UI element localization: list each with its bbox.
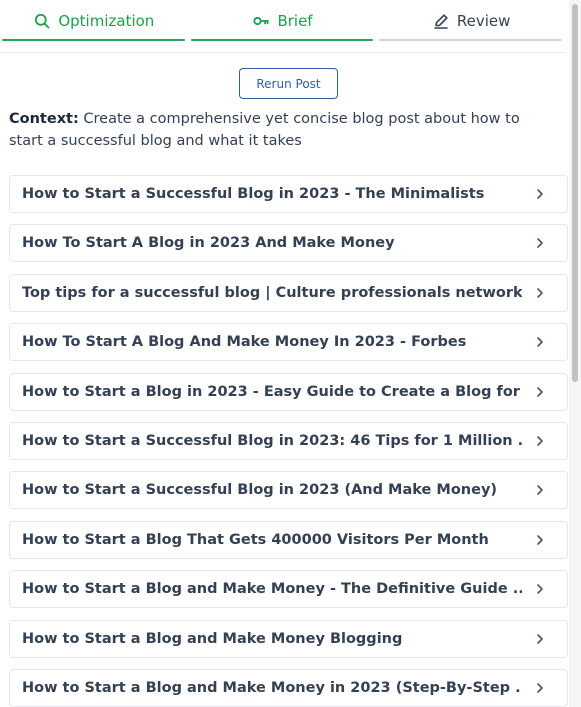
- tab-divider: [0, 52, 566, 53]
- chevron-right-icon[interactable]: [535, 481, 545, 496]
- result-title: How to Start a Successful Blog in 2023 (…: [22, 482, 498, 499]
- context-body: Create a comprehensive yet concise blog …: [9, 111, 520, 149]
- tab-review[interactable]: Review: [377, 0, 566, 42]
- result-item[interactable]: How to Start a Blog That Gets 400000 Vis…: [9, 520, 568, 559]
- result-title: How to Start a Blog That Gets 400000 Vis…: [22, 531, 489, 548]
- chevron-right-icon[interactable]: [535, 234, 545, 249]
- scrollbar[interactable]: [569, 0, 581, 707]
- tab-label: Review: [456, 12, 511, 30]
- result-item[interactable]: How to Start a Successful Blog in 2023 (…: [9, 471, 568, 510]
- key-icon: [253, 13, 270, 29]
- results-list: How to Start a Successful Blog in 2023 -…: [9, 175, 568, 707]
- context-label: Context:: [9, 111, 79, 127]
- result-title: How To Start A Blog And Make Money In 20…: [22, 334, 467, 351]
- result-title: How to Start a Successful Blog in 2023 -…: [22, 186, 485, 202]
- rerun-post-button[interactable]: Rerun Post: [239, 68, 338, 99]
- context-text: Context: Create a comprehensive yet conc…: [9, 108, 549, 152]
- chevron-right-icon[interactable]: [535, 284, 545, 298]
- result-title: How to Start a Blog in 2023 - Easy Guide…: [22, 383, 522, 400]
- pen-icon: [433, 13, 449, 29]
- result-title: How to Start a Blog and Make Money - The…: [22, 581, 522, 598]
- result-item[interactable]: How to Start a Successful Blog in 2023 -…: [9, 175, 568, 213]
- search-icon: [34, 13, 50, 29]
- result-item[interactable]: How to Start a Blog and Make Money - The…: [9, 570, 568, 609]
- tab-label: Brief: [277, 12, 313, 30]
- result-title: How to Start a Successful Blog in 2023: …: [22, 432, 522, 449]
- chevron-right-icon[interactable]: [535, 383, 545, 397]
- tab-label: Optimization: [58, 12, 155, 30]
- tab-brief[interactable]: Brief: [189, 0, 378, 42]
- result-title: How to Start a Blog and Make Money in 20…: [22, 679, 522, 696]
- scrollbar-thumb[interactable]: [572, 4, 578, 382]
- result-title: Top tips for a successful blog | Culture…: [22, 284, 522, 301]
- tab-indicator: [190, 39, 374, 41]
- chevron-right-icon[interactable]: [535, 580, 545, 594]
- chevron-right-icon[interactable]: [535, 185, 545, 199]
- result-title: How To Start A Blog in 2023 And Make Mon…: [22, 235, 395, 252]
- chevron-right-icon[interactable]: [535, 531, 545, 545]
- result-item[interactable]: How To Start A Blog And Make Money In 20…: [9, 323, 568, 362]
- chevron-right-icon[interactable]: [535, 630, 545, 644]
- tab-bar: Optimization Brief Review: [0, 0, 566, 42]
- tab-optimization[interactable]: Optimization: [0, 0, 189, 42]
- result-item[interactable]: How to Start a Blog and Make Money Blogg…: [9, 619, 568, 658]
- result-item[interactable]: How to Start a Blog and Make Money in 20…: [9, 668, 568, 707]
- tab-indicator: [379, 39, 563, 41]
- tab-indicator: [2, 39, 185, 41]
- chevron-right-icon[interactable]: [535, 679, 545, 693]
- result-title: How to Start a Blog and Make Money Blogg…: [22, 630, 403, 647]
- result-item[interactable]: How to Start a Successful Blog in 2023: …: [9, 421, 568, 460]
- result-item[interactable]: Top tips for a successful blog | Culture…: [9, 273, 568, 312]
- chevron-right-icon[interactable]: [535, 432, 545, 446]
- chevron-right-icon[interactable]: [535, 333, 545, 347]
- result-item[interactable]: How To Start A Blog in 2023 And Make Mon…: [9, 224, 568, 263]
- result-item[interactable]: How to Start a Blog in 2023 - Easy Guide…: [9, 372, 568, 411]
